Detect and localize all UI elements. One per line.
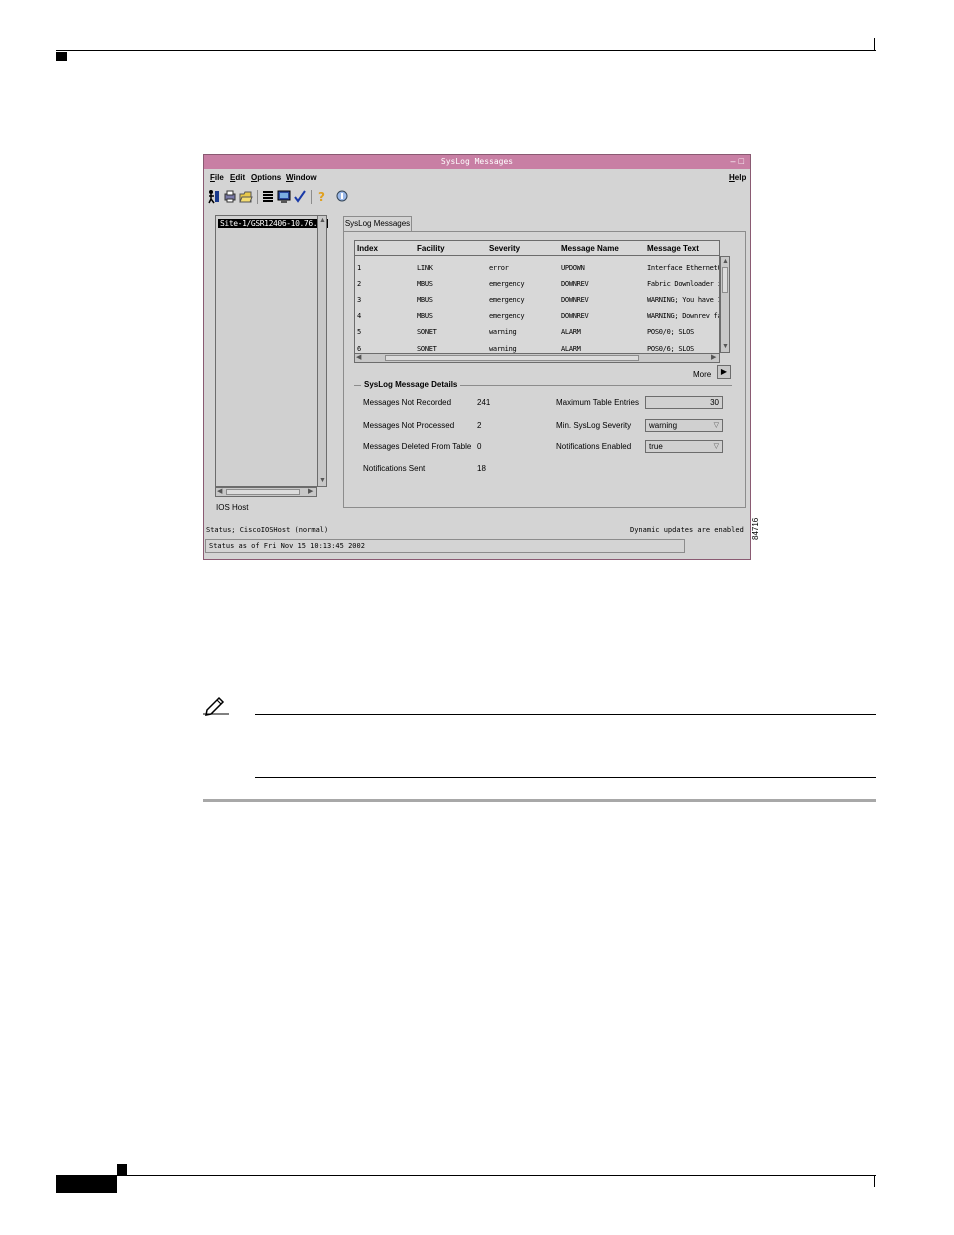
scrollbar-thumb[interactable] (226, 489, 300, 495)
maximize-icon[interactable]: □ (739, 156, 747, 166)
menu-help[interactable]: Help (729, 173, 746, 182)
not-recorded-value: 241 (477, 398, 491, 407)
header-tick (874, 38, 875, 51)
note-rule-top (255, 714, 876, 715)
menu-file[interactable]: File (210, 173, 224, 182)
details-section-title: SysLog Message Details (361, 380, 461, 389)
window-titlebar[interactable]: SysLog Messages –□ (204, 155, 750, 169)
tab-syslog-messages[interactable]: SysLog Messages (343, 216, 412, 231)
min-severity-label: Min. SysLog Severity (556, 421, 632, 430)
menu-bar: File Edit Options Window Help (204, 171, 750, 185)
section-divider (203, 799, 876, 802)
scroll-left-icon[interactable]: ◀ (217, 488, 222, 496)
not-processed-value: 2 (477, 421, 482, 430)
header-marker (56, 52, 67, 61)
not-processed-label: Messages Not Processed (363, 421, 455, 430)
svg-text:?: ? (318, 190, 325, 204)
column-header-facility[interactable]: Facility (417, 244, 445, 253)
not-recorded-label: Messages Not Recorded (363, 398, 452, 407)
notifications-sent-value: 18 (477, 464, 486, 473)
print-icon[interactable] (223, 189, 237, 204)
menu-edit[interactable]: Edit (230, 173, 245, 182)
scroll-left-icon[interactable]: ◀ (356, 354, 361, 362)
notifications-sent-label: Notifications Sent (363, 464, 426, 473)
table-vertical-scrollbar[interactable]: ▲ ▼ (720, 256, 730, 353)
menu-options[interactable]: Options (251, 173, 281, 182)
monitor-icon[interactable] (277, 189, 291, 204)
menu-window[interactable]: Window (286, 173, 317, 182)
scroll-up-icon[interactable]: ▲ (319, 217, 326, 225)
help-icon[interactable]: ? (315, 189, 329, 204)
device-tree[interactable]: Site-1/GSR12406-10.76.82 (215, 215, 328, 487)
info-icon[interactable] (335, 189, 349, 204)
deleted-label: Messages Deleted From Table (363, 442, 472, 451)
scroll-right-icon[interactable]: ▶ (711, 354, 716, 362)
scrollbar-thumb[interactable] (722, 267, 728, 293)
tree-footer-label: IOS Host (216, 503, 249, 512)
list-icon[interactable] (261, 189, 275, 204)
tree-node-selected[interactable]: Site-1/GSR12406-10.76.82 (218, 219, 328, 228)
status-text: Status; CiscoIOSHost (normal) (206, 526, 329, 534)
column-header-index[interactable]: Index (357, 244, 378, 253)
column-header-message-text[interactable]: Message Text (647, 244, 699, 253)
deleted-value: 0 (477, 442, 482, 451)
max-entries-input[interactable]: 30 (645, 396, 723, 409)
more-label: More (693, 370, 712, 379)
scroll-right-icon[interactable]: ▶ (308, 488, 313, 496)
footer-tick (874, 1175, 875, 1187)
scrollbar-thumb[interactable] (385, 355, 639, 361)
scroll-up-icon[interactable]: ▲ (722, 258, 729, 266)
pencil-icon (203, 694, 229, 716)
footer-marker (117, 1164, 127, 1175)
syslog-table: Index Facility Severity Message Name Mes… (354, 240, 720, 363)
scroll-down-icon[interactable]: ▼ (722, 343, 729, 351)
tree-horizontal-scrollbar[interactable]: ◀ ▶ (215, 487, 317, 497)
note-rule-bottom (255, 777, 876, 778)
minimize-icon[interactable]: – (731, 156, 739, 166)
min-severity-select[interactable]: warning ▽ (645, 419, 723, 432)
syslog-window: SysLog Messages –□ File Edit Options Win… (203, 154, 751, 560)
checkmark-icon[interactable] (293, 189, 307, 204)
arrow-right-icon: ▶ (720, 367, 728, 376)
window-title: SysLog Messages (440, 157, 514, 166)
scroll-down-icon[interactable]: ▼ (319, 477, 326, 485)
tree-vertical-scrollbar[interactable]: ▲ ▼ (317, 215, 327, 487)
max-entries-label: Maximum Table Entries (556, 398, 639, 407)
footer-block (56, 1176, 117, 1193)
notifications-enabled-label: Notifications Enabled (556, 442, 632, 451)
column-header-severity[interactable]: Severity (489, 244, 520, 253)
header-rule (56, 50, 876, 51)
footer-rule (56, 1175, 876, 1176)
open-folder-icon[interactable] (239, 189, 253, 204)
notifications-enabled-select[interactable]: true ▽ (645, 440, 723, 453)
dynamic-updates-text: Dynamic updates are enabled (630, 526, 744, 534)
chevron-down-icon: ▽ (713, 422, 719, 429)
exit-icon[interactable] (207, 189, 221, 204)
more-button[interactable]: ▶ (717, 365, 731, 379)
status-bar: Status as of Fri Nov 15 10:13:45 2002 (205, 539, 685, 553)
table-horizontal-scrollbar[interactable]: ◀ ▶ (354, 353, 720, 363)
column-header-message-name[interactable]: Message Name (561, 244, 619, 253)
figure-id: 84716 (751, 517, 760, 540)
chevron-down-icon: ▽ (713, 443, 719, 450)
